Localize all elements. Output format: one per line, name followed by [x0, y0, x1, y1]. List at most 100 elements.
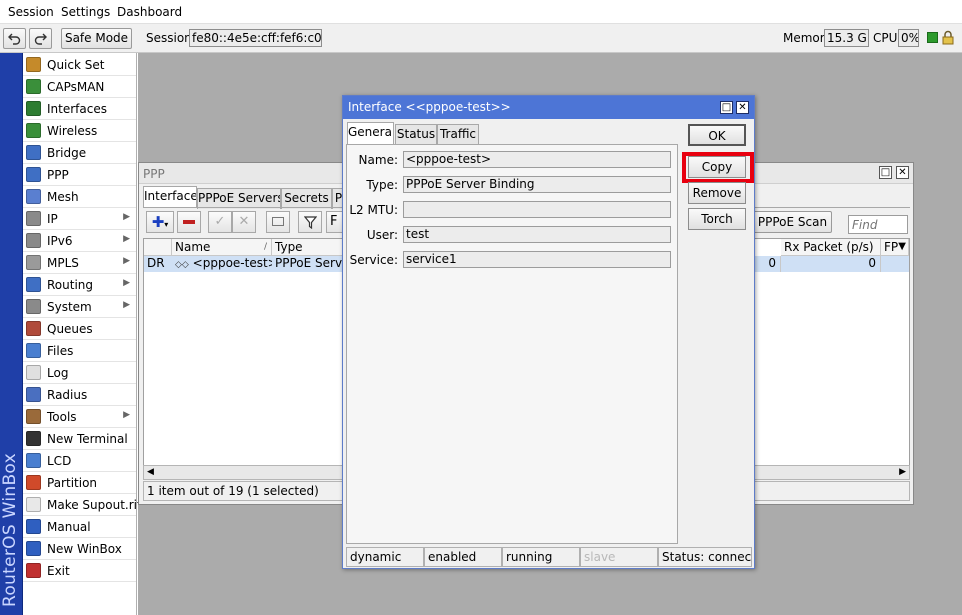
undo-icon: [8, 33, 21, 45]
routing-icon: [26, 277, 41, 292]
sidebar-item-files[interactable]: Files: [23, 340, 136, 362]
dialog-maximize-button[interactable]: □: [720, 101, 733, 114]
copy-button[interactable]: Copy: [688, 156, 746, 178]
sidebar-item-label: Log: [47, 366, 69, 380]
ppp-maximize-button[interactable]: □: [879, 166, 892, 179]
row-flag: DR: [147, 256, 165, 270]
sidebar-item-routing[interactable]: Routing ▶: [23, 274, 136, 296]
queues-icon: [26, 321, 41, 336]
column-header-rx-packet[interactable]: Rx Packet (p/s): [781, 239, 881, 256]
sidebar-item-manual[interactable]: Manual: [23, 516, 136, 538]
menu-dashboard[interactable]: Dashboard: [117, 5, 182, 19]
tab-traffic[interactable]: Traffic: [437, 124, 479, 145]
sidebar-item-queues[interactable]: Queues: [23, 318, 136, 340]
sidebar-item-log[interactable]: Log: [23, 362, 136, 384]
sidebar-item-partition[interactable]: Partition: [23, 472, 136, 494]
find-input[interactable]: [848, 215, 908, 234]
interface-dialog: Interface <<pppoe-test>> □ ✕ General Sta…: [342, 95, 755, 569]
type-label: Type:: [366, 178, 398, 192]
add-button[interactable]: ✚▾: [146, 211, 174, 233]
remove-button[interactable]: [177, 211, 201, 233]
tools-icon: [26, 409, 41, 424]
sidebar-item-ip[interactable]: IP ▶: [23, 208, 136, 230]
sidebar-item-lcd[interactable]: LCD: [23, 450, 136, 472]
sidebar-item-mpls[interactable]: MPLS ▶: [23, 252, 136, 274]
scroll-left-icon[interactable]: ◀: [147, 467, 154, 477]
quick-set-icon: [26, 57, 41, 72]
bridge-icon: [26, 145, 41, 160]
pppoe-scan-button[interactable]: PPPoE Scan: [753, 211, 832, 233]
sidebar-item-label: LCD: [47, 454, 72, 468]
column-header-name[interactable]: Name /: [172, 239, 272, 256]
status-enabled: enabled: [424, 547, 502, 567]
sidebar-item-label: Bridge: [47, 146, 87, 160]
sidebar-item-tools[interactable]: Tools ▶: [23, 406, 136, 428]
column-header-fp[interactable]: FP ▼: [881, 239, 909, 256]
tab-interface[interactable]: Interface: [143, 186, 197, 207]
comment-icon: [272, 217, 284, 226]
column-header-type[interactable]: Type: [272, 239, 352, 256]
status-connected: Status: connected: [658, 547, 752, 567]
sidebar-item-label: Quick Set: [47, 58, 105, 72]
sidebar-item-label: IPv6: [47, 234, 73, 248]
user-field[interactable]: test: [403, 226, 671, 243]
session-field: fe80::4e5e:cff:fef6:c0ab:3]: [189, 29, 322, 47]
sidebar-item-new-winbox[interactable]: New WinBox: [23, 538, 136, 560]
name-field[interactable]: <pppoe-test>: [403, 151, 671, 168]
column-name-label: Name: [175, 240, 211, 254]
sidebar-item-label: Routing: [47, 278, 94, 292]
menu-session[interactable]: Session: [8, 5, 54, 19]
sidebar-item-make-supout-rif[interactable]: Make Supout.rif: [23, 494, 141, 516]
mpls-icon: [26, 255, 41, 270]
plus-icon: ✚: [151, 213, 165, 231]
manual-icon: [26, 519, 41, 534]
ppp-close-button[interactable]: ✕: [896, 166, 909, 179]
sidebar-item-new-terminal[interactable]: New Terminal: [23, 428, 136, 450]
sidebar-item-label: CAPsMAN: [47, 80, 105, 94]
filter-icon: [303, 216, 317, 230]
tab-secrets[interactable]: Secrets: [281, 188, 332, 209]
sidebar-item-exit[interactable]: Exit: [23, 560, 136, 582]
sidebar-item-label: Partition: [47, 476, 98, 490]
l2-mtu-field[interactable]: [403, 201, 671, 218]
sidebar-item-interfaces[interactable]: Interfaces: [23, 98, 136, 120]
scroll-right-icon[interactable]: ▶: [899, 467, 906, 477]
torch-button[interactable]: Torch: [688, 208, 746, 230]
redo-icon: [34, 33, 47, 45]
tab-pppoe-servers[interactable]: PPPoE Servers: [197, 188, 281, 209]
dialog-close-button[interactable]: ✕: [736, 101, 749, 114]
sidebar-item-ppp[interactable]: PPP: [23, 164, 136, 186]
capsman-icon: [26, 79, 41, 94]
disable-button[interactable]: ✕: [232, 211, 256, 233]
tab-general[interactable]: General: [347, 122, 394, 145]
partition-icon: [26, 475, 41, 490]
sidebar-item-ipv6[interactable]: IPv6 ▶: [23, 230, 136, 252]
menu-settings[interactable]: Settings: [61, 5, 110, 19]
ipv6-icon: [26, 233, 41, 248]
sidebar-item-mesh[interactable]: Mesh: [23, 186, 136, 208]
cross-icon: ✕: [238, 214, 250, 229]
remove-interface-button[interactable]: Remove: [688, 182, 746, 204]
user-label: User:: [366, 228, 398, 242]
comment-button[interactable]: [266, 211, 290, 233]
general-panel: Name: <pppoe-test> Type: PPPoE Server Bi…: [346, 144, 678, 544]
enable-button[interactable]: ✓: [208, 211, 232, 233]
filter-button[interactable]: [298, 211, 322, 233]
sidebar-item-quick-set[interactable]: Quick Set: [23, 54, 136, 76]
dialog-title-bar[interactable]: Interface <<pppoe-test>> □ ✕: [343, 96, 754, 119]
sidebar-item-wireless[interactable]: Wireless: [23, 120, 136, 142]
column-header-flags[interactable]: [144, 239, 172, 256]
brand-text: RouterOS WinBox: [0, 453, 20, 607]
type-field[interactable]: PPPoE Server Binding: [403, 176, 671, 193]
sidebar-item-system[interactable]: System ▶: [23, 296, 136, 318]
submenu-arrow-icon: ▶: [123, 234, 130, 244]
service-field[interactable]: service1: [403, 251, 671, 268]
sidebar-item-capsman[interactable]: CAPsMAN: [23, 76, 136, 98]
tab-status[interactable]: Status: [395, 124, 437, 145]
redo-button[interactable]: [29, 28, 52, 49]
ok-button[interactable]: OK: [688, 124, 746, 146]
sidebar-item-bridge[interactable]: Bridge: [23, 142, 136, 164]
safe-mode-button[interactable]: Safe Mode: [61, 28, 132, 49]
undo-button[interactable]: [3, 28, 26, 49]
sidebar-item-radius[interactable]: Radius: [23, 384, 136, 406]
